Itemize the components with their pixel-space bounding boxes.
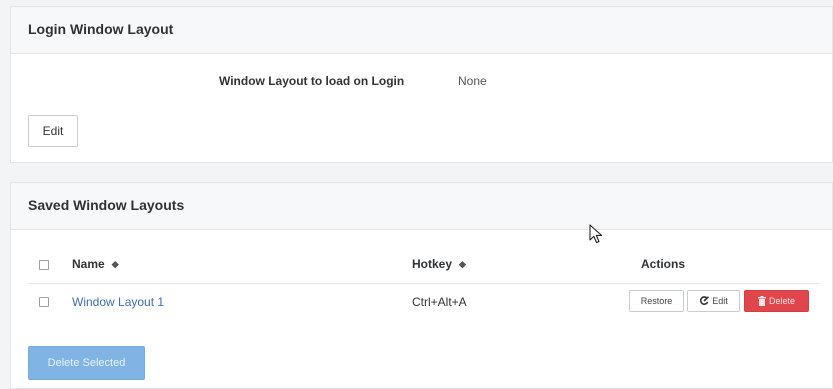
column-header-label: Actions (641, 257, 686, 271)
panel-title: Saved Window Layouts (28, 197, 185, 213)
mouse-cursor-icon (589, 224, 603, 244)
login-layout-value: None (458, 74, 487, 88)
delete-layout-button[interactable]: Delete (744, 290, 809, 312)
restore-button-label: Restore (640, 296, 673, 306)
column-header-hotkey[interactable]: Hotkey ◆ (412, 257, 466, 271)
column-header-actions: Actions (641, 257, 685, 271)
edit-layout-button[interactable]: Edit (687, 290, 740, 312)
row-checkbox[interactable] (39, 297, 49, 307)
table-divider (28, 283, 820, 284)
layout-name-link[interactable]: Window Layout 1 (72, 295, 164, 309)
edit-icon (699, 296, 710, 306)
panel-header: Login Window Layout (11, 7, 832, 54)
login-layout-label: Window Layout to load on Login (219, 74, 405, 88)
panel-header: Saved Window Layouts (11, 183, 832, 230)
delete-button-label: Delete (768, 296, 795, 306)
sort-icon[interactable]: ◆ (112, 259, 119, 269)
column-header-label: Hotkey (412, 257, 453, 271)
delete-selected-button[interactable]: Delete Selected (28, 346, 145, 380)
edit-button-label: Edit (712, 296, 728, 306)
edit-login-layout-button[interactable]: Edit (28, 115, 78, 147)
layout-hotkey: Ctrl+Alt+A (412, 295, 467, 309)
select-all-checkbox[interactable] (39, 260, 49, 270)
panel-title: Login Window Layout (28, 21, 174, 37)
restore-button[interactable]: Restore (629, 290, 684, 312)
saved-window-layouts-panel: Saved Window Layouts Name ◆ Hotkey ◆ Act… (10, 182, 833, 389)
trash-icon (757, 296, 766, 306)
column-header-label: Name (72, 257, 105, 271)
login-window-layout-panel: Login Window Layout Window Layout to loa… (10, 6, 833, 163)
sort-icon[interactable]: ◆ (459, 259, 466, 269)
column-header-name[interactable]: Name ◆ (72, 257, 119, 271)
